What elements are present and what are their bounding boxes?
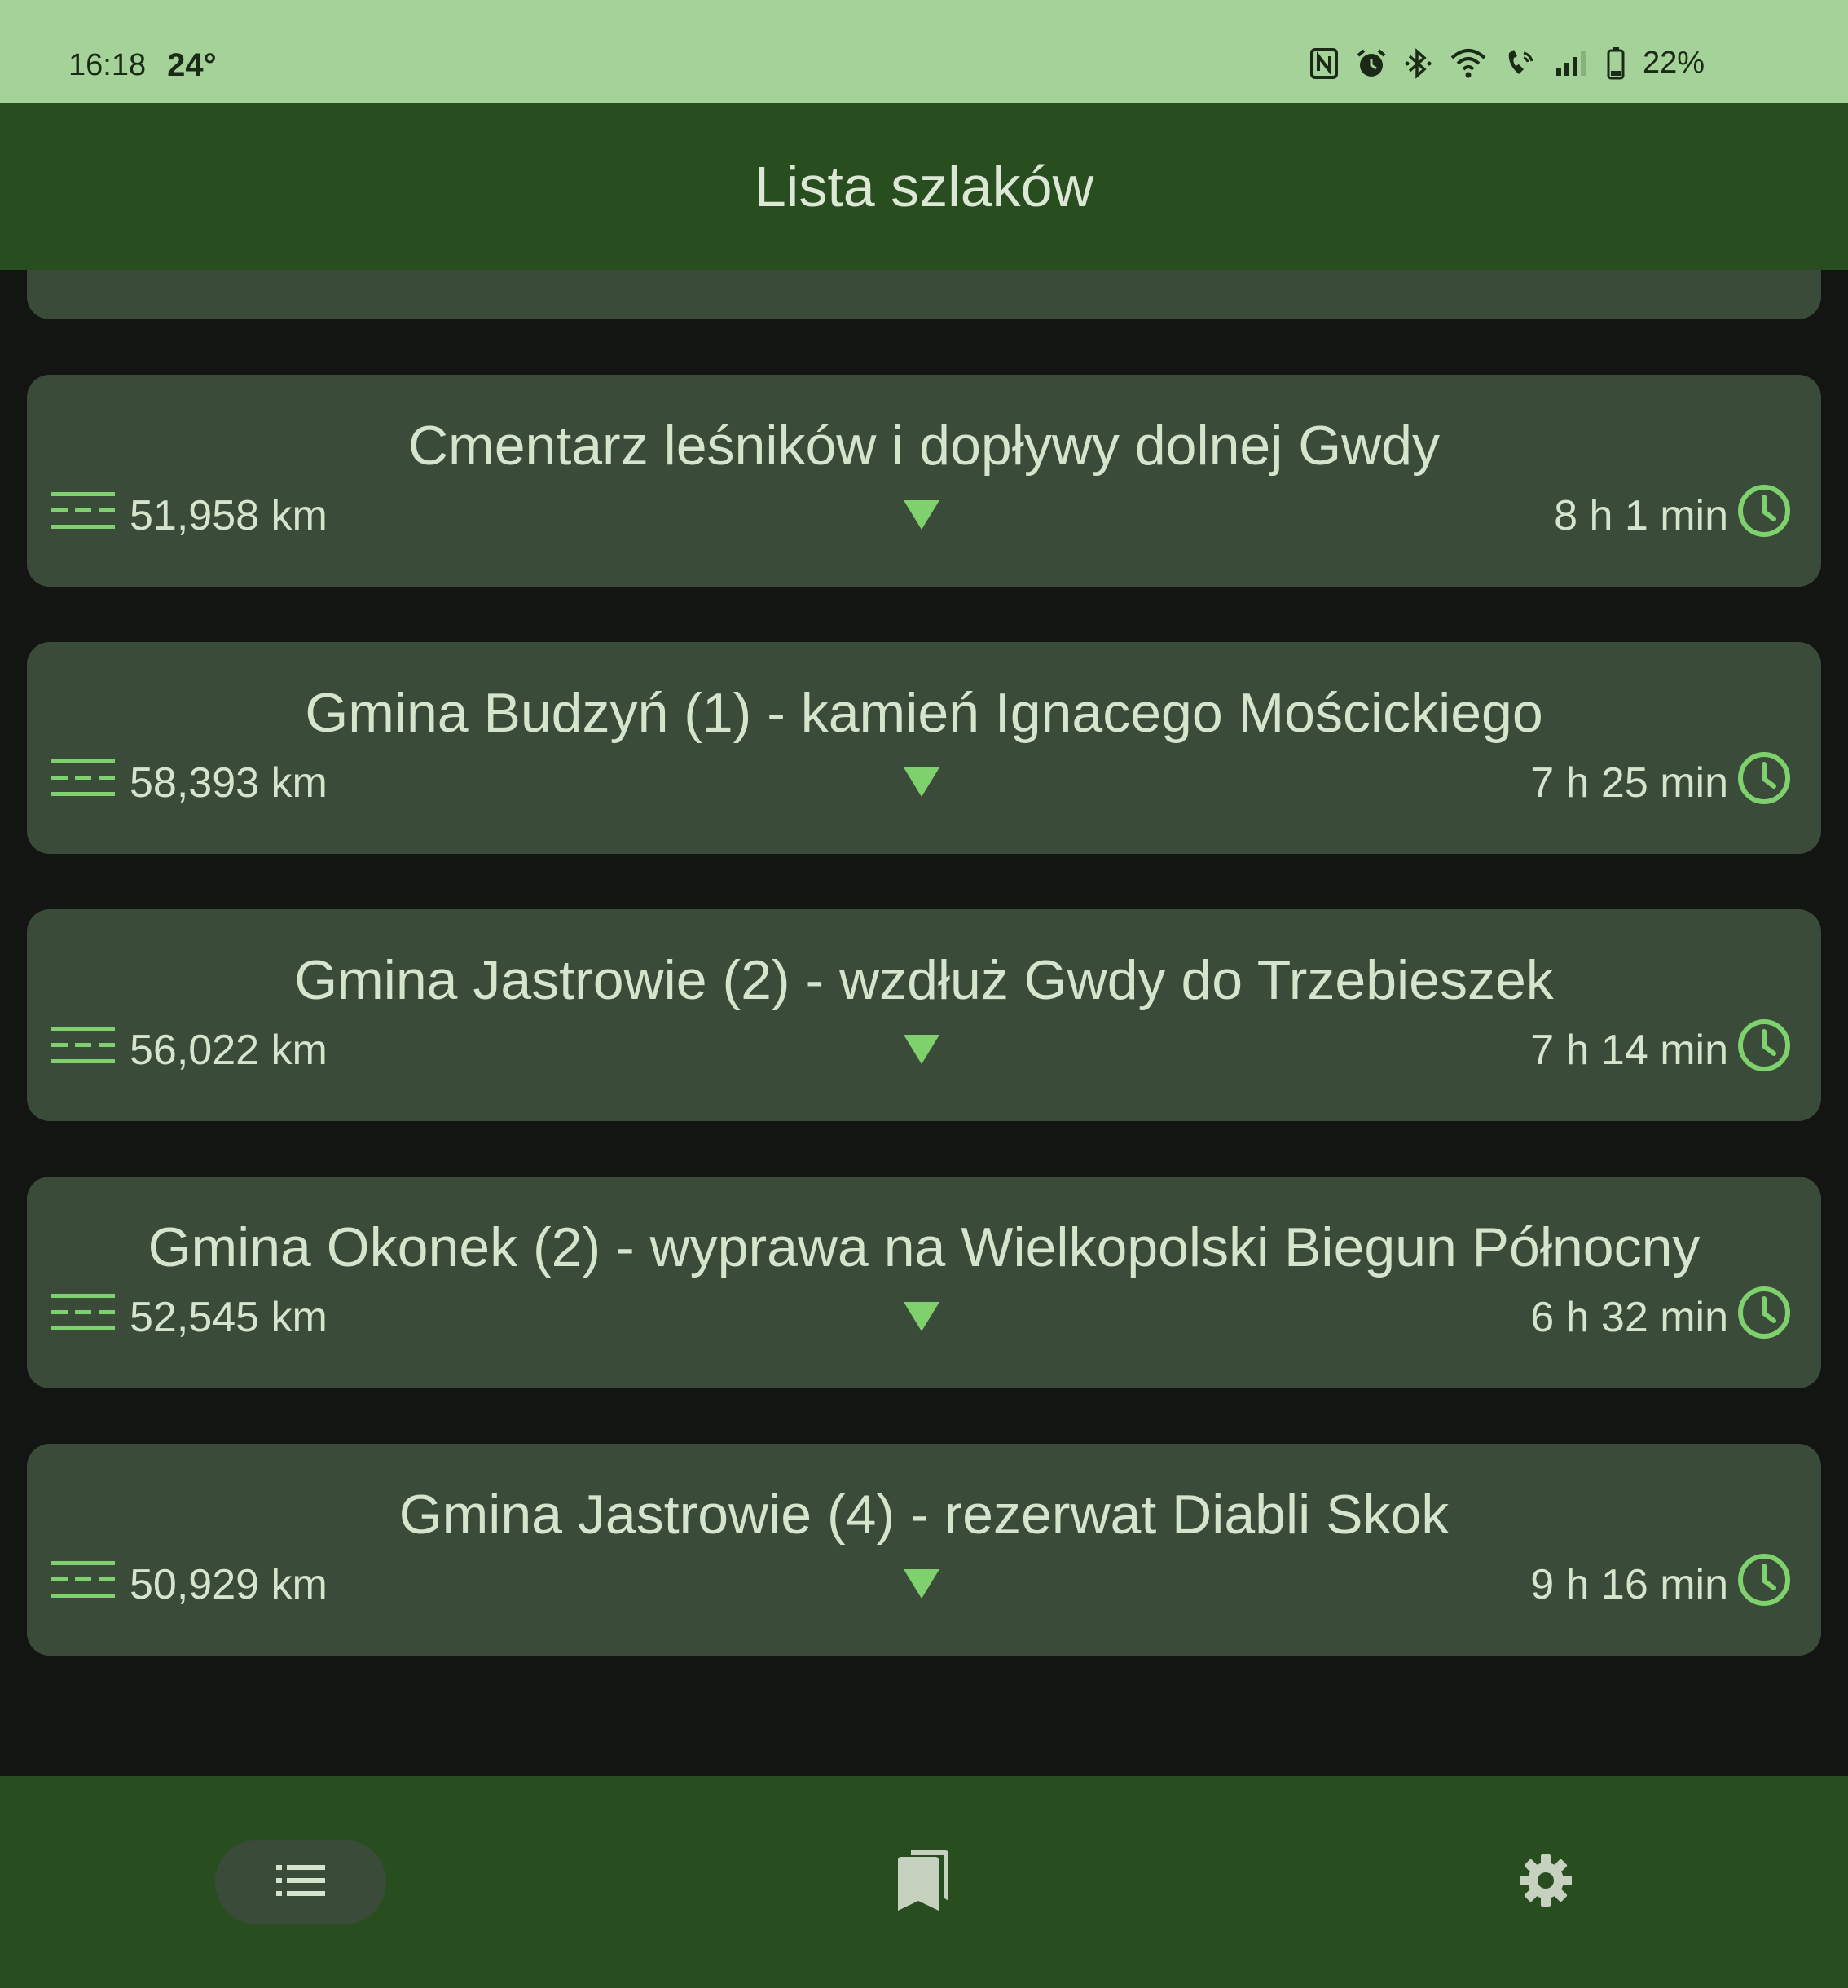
trail-title: Cmentarz leśników i dopływy dolnej Gwdy xyxy=(407,415,1441,477)
expand-arrow-icon[interactable] xyxy=(902,1033,941,1070)
trail-card[interactable]: Gmina Jastrowie (4) - rezerwat Diabli Sk… xyxy=(27,1444,1821,1656)
duration-value: 7 h 25 min xyxy=(1530,759,1728,807)
duration-value: 9 h 16 min xyxy=(1530,1561,1728,1608)
trail-duration: 5 h 34 min xyxy=(1530,270,1792,285)
trail-info-row: 52,545 km 6 h 32 min xyxy=(51,1281,1792,1354)
distance-icon xyxy=(51,1025,115,1076)
trail-card[interactable]: Gmina Jastrowie (2) - wzdłuż Gwdy do Trz… xyxy=(27,909,1821,1121)
app-bar: Lista szlaków xyxy=(0,103,1848,270)
distance-icon xyxy=(51,1292,115,1344)
wifi-icon xyxy=(1450,48,1486,79)
trail-distance: 52,545 km xyxy=(51,1281,328,1354)
trail-duration: 6 h 32 min xyxy=(1530,1281,1792,1354)
expand-arrow-icon[interactable] xyxy=(902,499,941,535)
status-temperature: 24° xyxy=(167,47,217,83)
bookmarks-icon xyxy=(896,1849,950,1916)
status-left: 16:18 24° xyxy=(68,47,217,84)
trail-duration: 8 h 1 min xyxy=(1554,479,1792,552)
nfc-icon xyxy=(1309,47,1338,79)
trail-distance: 51,958 km xyxy=(51,479,328,552)
trail-card[interactable]: Gmina Budzyń (1) - kamień Ignacego Mości… xyxy=(27,642,1821,854)
clock-icon xyxy=(1736,1552,1792,1618)
distance-value: 56,022 km xyxy=(130,1027,328,1074)
duration-value: 5 h 34 min xyxy=(1530,270,1728,273)
settings-icon xyxy=(1519,1854,1573,1911)
nav-bookmarks-button[interactable] xyxy=(838,1840,1009,1924)
nav-list-button[interactable] xyxy=(215,1840,386,1924)
clock-icon xyxy=(1736,270,1792,282)
status-right: 22% xyxy=(1309,46,1705,81)
trail-title: Gmina Budzyń (1) - kamień Ignacego Mości… xyxy=(305,682,1543,744)
wifi-calling-icon xyxy=(1504,48,1537,79)
status-bar: 16:18 24° 22% xyxy=(0,0,1848,103)
distance-icon xyxy=(51,758,115,809)
clock-icon xyxy=(1736,483,1792,549)
trail-title: Gmina Okonek (2) - wyprawa na Wielkopols… xyxy=(147,1216,1701,1278)
trail-distance: 56,022 km xyxy=(51,1014,328,1087)
clock-icon xyxy=(1736,1018,1792,1084)
trail-info-row: 58,393 km 7 h 25 min xyxy=(51,746,1792,820)
distance-icon xyxy=(51,490,115,542)
trail-distance: 40,761 km xyxy=(51,270,328,285)
trail-duration: 7 h 14 min xyxy=(1530,1014,1792,1087)
trail-info-row: 50,929 km 9 h 16 min xyxy=(51,1548,1792,1621)
trail-title: Gmina Jastrowie (2) - wzdłuż Gwdy do Trz… xyxy=(294,949,1554,1011)
trail-info-row: 51,958 km 8 h 1 min xyxy=(51,479,1792,552)
trail-duration: 7 h 25 min xyxy=(1530,746,1792,820)
duration-value: 7 h 14 min xyxy=(1530,1027,1728,1074)
battery-icon xyxy=(1607,46,1625,80)
distance-icon xyxy=(51,270,115,275)
trail-title: Gmina Jastrowie (4) - rezerwat Diabli Sk… xyxy=(398,1484,1450,1546)
distance-value: 51,958 km xyxy=(130,492,328,539)
expand-arrow-icon[interactable] xyxy=(902,1568,941,1604)
distance-value: 58,393 km xyxy=(130,759,328,807)
trail-info-row: 56,022 km 7 h 14 min xyxy=(51,1014,1792,1087)
trail-list: Dębowa Góra40,761 km5 h 34 minCmentarz l… xyxy=(27,270,1821,1711)
alarm-icon xyxy=(1356,48,1387,79)
duration-value: 8 h 1 min xyxy=(1554,492,1728,539)
signal-icon xyxy=(1555,50,1589,77)
distance-value: 40,761 km xyxy=(130,270,328,273)
trail-distance: 50,929 km xyxy=(51,1548,328,1621)
nav-settings-button[interactable] xyxy=(1460,1840,1631,1924)
trail-card[interactable]: Cmentarz leśników i dopływy dolnej Gwdy 5… xyxy=(27,375,1821,587)
trail-info-row: 40,761 km 5 h 34 min xyxy=(51,270,1792,285)
trail-card[interactable]: Gmina Okonek (2) - wyprawa na Wielkopols… xyxy=(27,1177,1821,1388)
status-time: 16:18 xyxy=(68,48,147,82)
expand-arrow-icon[interactable] xyxy=(902,1300,941,1337)
trail-distance: 58,393 km xyxy=(51,746,328,820)
list-icon xyxy=(275,1863,327,1902)
distance-value: 50,929 km xyxy=(130,1561,328,1608)
distance-value: 52,545 km xyxy=(130,1294,328,1341)
clock-icon xyxy=(1736,750,1792,816)
trail-card[interactable]: Dębowa Góra40,761 km5 h 34 min xyxy=(27,270,1821,319)
bluetooth-icon xyxy=(1405,47,1432,80)
clock-icon xyxy=(1736,1285,1792,1351)
duration-value: 6 h 32 min xyxy=(1530,1294,1728,1341)
trail-duration: 9 h 16 min xyxy=(1530,1548,1792,1621)
page-title: Lista szlaków xyxy=(754,155,1094,218)
distance-icon xyxy=(51,1559,115,1611)
battery-percent: 22% xyxy=(1642,46,1705,80)
expand-arrow-icon[interactable] xyxy=(902,766,941,803)
trail-list-viewport[interactable]: Dębowa Góra40,761 km5 h 34 minCmentarz l… xyxy=(0,270,1848,1776)
bottom-navigation xyxy=(0,1776,1848,1988)
